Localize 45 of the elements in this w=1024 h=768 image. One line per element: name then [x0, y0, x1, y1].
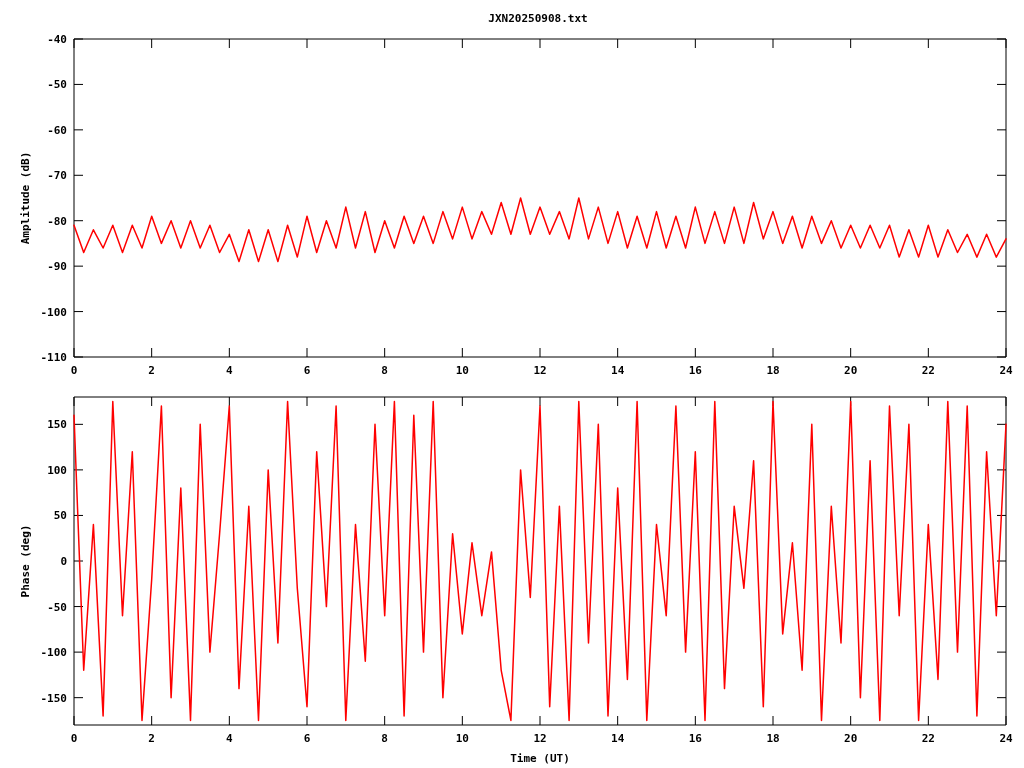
tick-label: 50 [53, 509, 67, 523]
tick-label: 4 [226, 364, 233, 377]
tick-label: 100 [47, 463, 67, 477]
tick-label: -50 [47, 78, 67, 92]
tick-label: 24 [999, 732, 1013, 745]
tick-label: 10 [455, 732, 469, 745]
axis-label: Phase (deg) [19, 524, 32, 598]
tick-label: 2 [148, 364, 155, 377]
tick-label: 16 [688, 732, 702, 745]
tick-label: 14 [611, 364, 625, 377]
tick-label: 22 [921, 364, 935, 377]
tick-label: 10 [455, 364, 469, 377]
chart-title: JXN20250908.txt [487, 10, 588, 25]
tick-label: 6 [303, 364, 311, 377]
axis-label: Amplitude (dB) [19, 151, 32, 245]
tick-label: 18 [766, 732, 780, 745]
tick-label: 12 [533, 732, 547, 745]
tick-label: 14 [611, 732, 625, 745]
tick-label: 0 [70, 364, 78, 377]
tick-label: -90 [47, 260, 67, 274]
tick-label: 2 [148, 732, 155, 745]
tick-label: 16 [688, 364, 702, 377]
tick-label: -50 [47, 600, 67, 614]
tick-label: 22 [921, 732, 935, 745]
tick-label: -80 [47, 214, 67, 228]
tick-label: 12 [533, 364, 547, 377]
tick-label: 24 [999, 364, 1013, 377]
tick-label: -150 [40, 691, 67, 705]
tick-label: -110 [40, 351, 67, 364]
tick-label: -100 [40, 646, 67, 660]
tick-label: -100 [40, 305, 67, 319]
tick-label: -60 [47, 123, 67, 137]
tick-label: 4 [226, 732, 233, 745]
tick-label: 150 [47, 418, 67, 432]
tick-label: 20 [844, 732, 858, 745]
tick-label: -70 [47, 169, 67, 183]
tick-label: 20 [844, 364, 858, 377]
tick-label: 6 [303, 732, 311, 745]
tick-label: -40 [47, 33, 67, 46]
tick-label: 8 [381, 732, 388, 745]
tick-label: 0 [70, 732, 78, 745]
tick-label: 8 [381, 364, 388, 377]
tick-label: 0 [60, 555, 67, 568]
axis-label: Time (UT) [510, 752, 570, 765]
tick-label: 18 [766, 364, 780, 377]
